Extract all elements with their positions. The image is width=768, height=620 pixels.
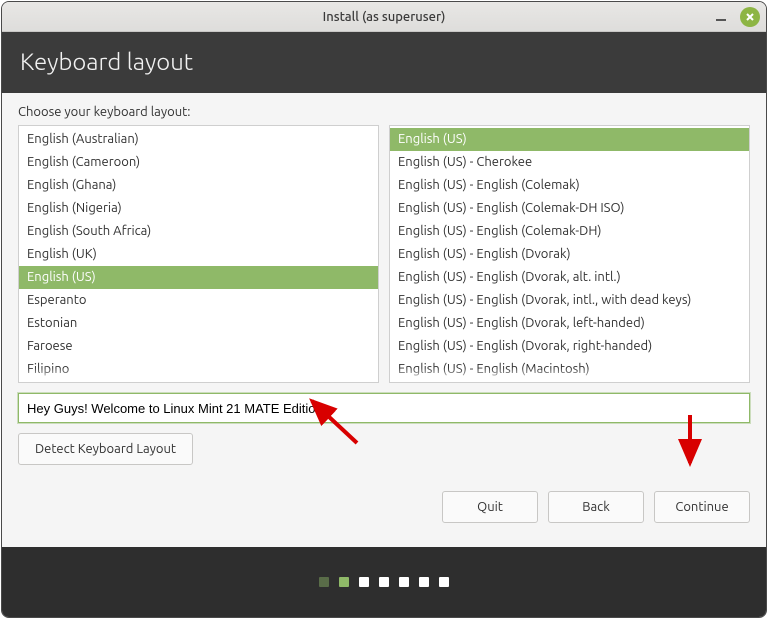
language-item[interactable]: English (South Africa) [19, 220, 378, 243]
language-item[interactable]: Finnish [19, 381, 378, 383]
minimize-button[interactable] [710, 6, 732, 28]
close-button[interactable] [740, 7, 760, 27]
language-item[interactable]: Esperanto [19, 289, 378, 312]
nav-buttons: Quit Back Continue [18, 491, 750, 533]
language-item[interactable]: English (US) [19, 266, 378, 289]
language-item[interactable]: Estonian [19, 312, 378, 335]
progress-dot [359, 577, 369, 587]
variant-list[interactable]: English (US)English (US) - CherokeeEngli… [389, 125, 750, 383]
variant-item[interactable]: English (US) - Cherokee [390, 151, 749, 174]
progress-dot [379, 577, 389, 587]
quit-button[interactable]: Quit [442, 491, 538, 523]
language-item[interactable]: English (Cameroon) [19, 151, 378, 174]
variant-item[interactable]: English (US) - English (Dvorak) [390, 243, 749, 266]
variant-item[interactable]: English (US) - English (Colemak-DH) [390, 220, 749, 243]
test-row [18, 393, 750, 423]
language-item[interactable]: English (Australian) [19, 128, 378, 151]
variant-item[interactable]: English (US) - English (Colemak-DH ISO) [390, 197, 749, 220]
back-button[interactable]: Back [548, 491, 644, 523]
progress-dot [439, 577, 449, 587]
variant-item[interactable]: English (US) - English (Dvorak, intl., w… [390, 289, 749, 312]
variant-item[interactable]: English (US) - English (Norman) [390, 381, 749, 383]
layout-prompt: Choose your keyboard layout: [18, 105, 750, 119]
language-item[interactable]: English (Nigeria) [19, 197, 378, 220]
progress-dot [399, 577, 409, 587]
content-area: Choose your keyboard layout: English (Au… [2, 93, 766, 547]
progress-dot [339, 577, 349, 587]
variant-item[interactable]: English (US) - English (Macintosh) [390, 358, 749, 381]
language-item[interactable]: English (Ghana) [19, 174, 378, 197]
variant-item[interactable]: English (US) - English (Dvorak, alt. int… [390, 266, 749, 289]
window-controls [710, 6, 760, 28]
language-item[interactable]: English (UK) [19, 243, 378, 266]
continue-button[interactable]: Continue [654, 491, 750, 523]
language-item[interactable]: Faroese [19, 335, 378, 358]
variant-item[interactable]: English (US) - English (Dvorak, right-ha… [390, 335, 749, 358]
keyboard-test-input[interactable] [18, 393, 750, 423]
keyboard-lists: English (Australian)English (Cameroon)En… [18, 125, 750, 383]
page-header: Keyboard layout [2, 32, 766, 93]
variant-item[interactable]: English (US) - English (Dvorak, left-han… [390, 312, 749, 335]
variant-item[interactable]: English (US) [390, 128, 749, 151]
window-title: Install (as superuser) [2, 10, 766, 24]
close-icon [745, 12, 755, 22]
progress-footer [2, 547, 766, 617]
language-item[interactable]: Filipino [19, 358, 378, 381]
language-list[interactable]: English (Australian)English (Cameroon)En… [18, 125, 379, 383]
detect-keyboard-button[interactable]: Detect Keyboard Layout [18, 433, 193, 465]
progress-dot [419, 577, 429, 587]
page-title: Keyboard layout [20, 48, 193, 75]
titlebar[interactable]: Install (as superuser) [2, 2, 766, 32]
detect-row: Detect Keyboard Layout [18, 433, 750, 465]
progress-dot [319, 577, 329, 587]
installer-window: Install (as superuser) Keyboard layout C… [1, 1, 767, 618]
variant-item[interactable]: English (US) - English (Colemak) [390, 174, 749, 197]
